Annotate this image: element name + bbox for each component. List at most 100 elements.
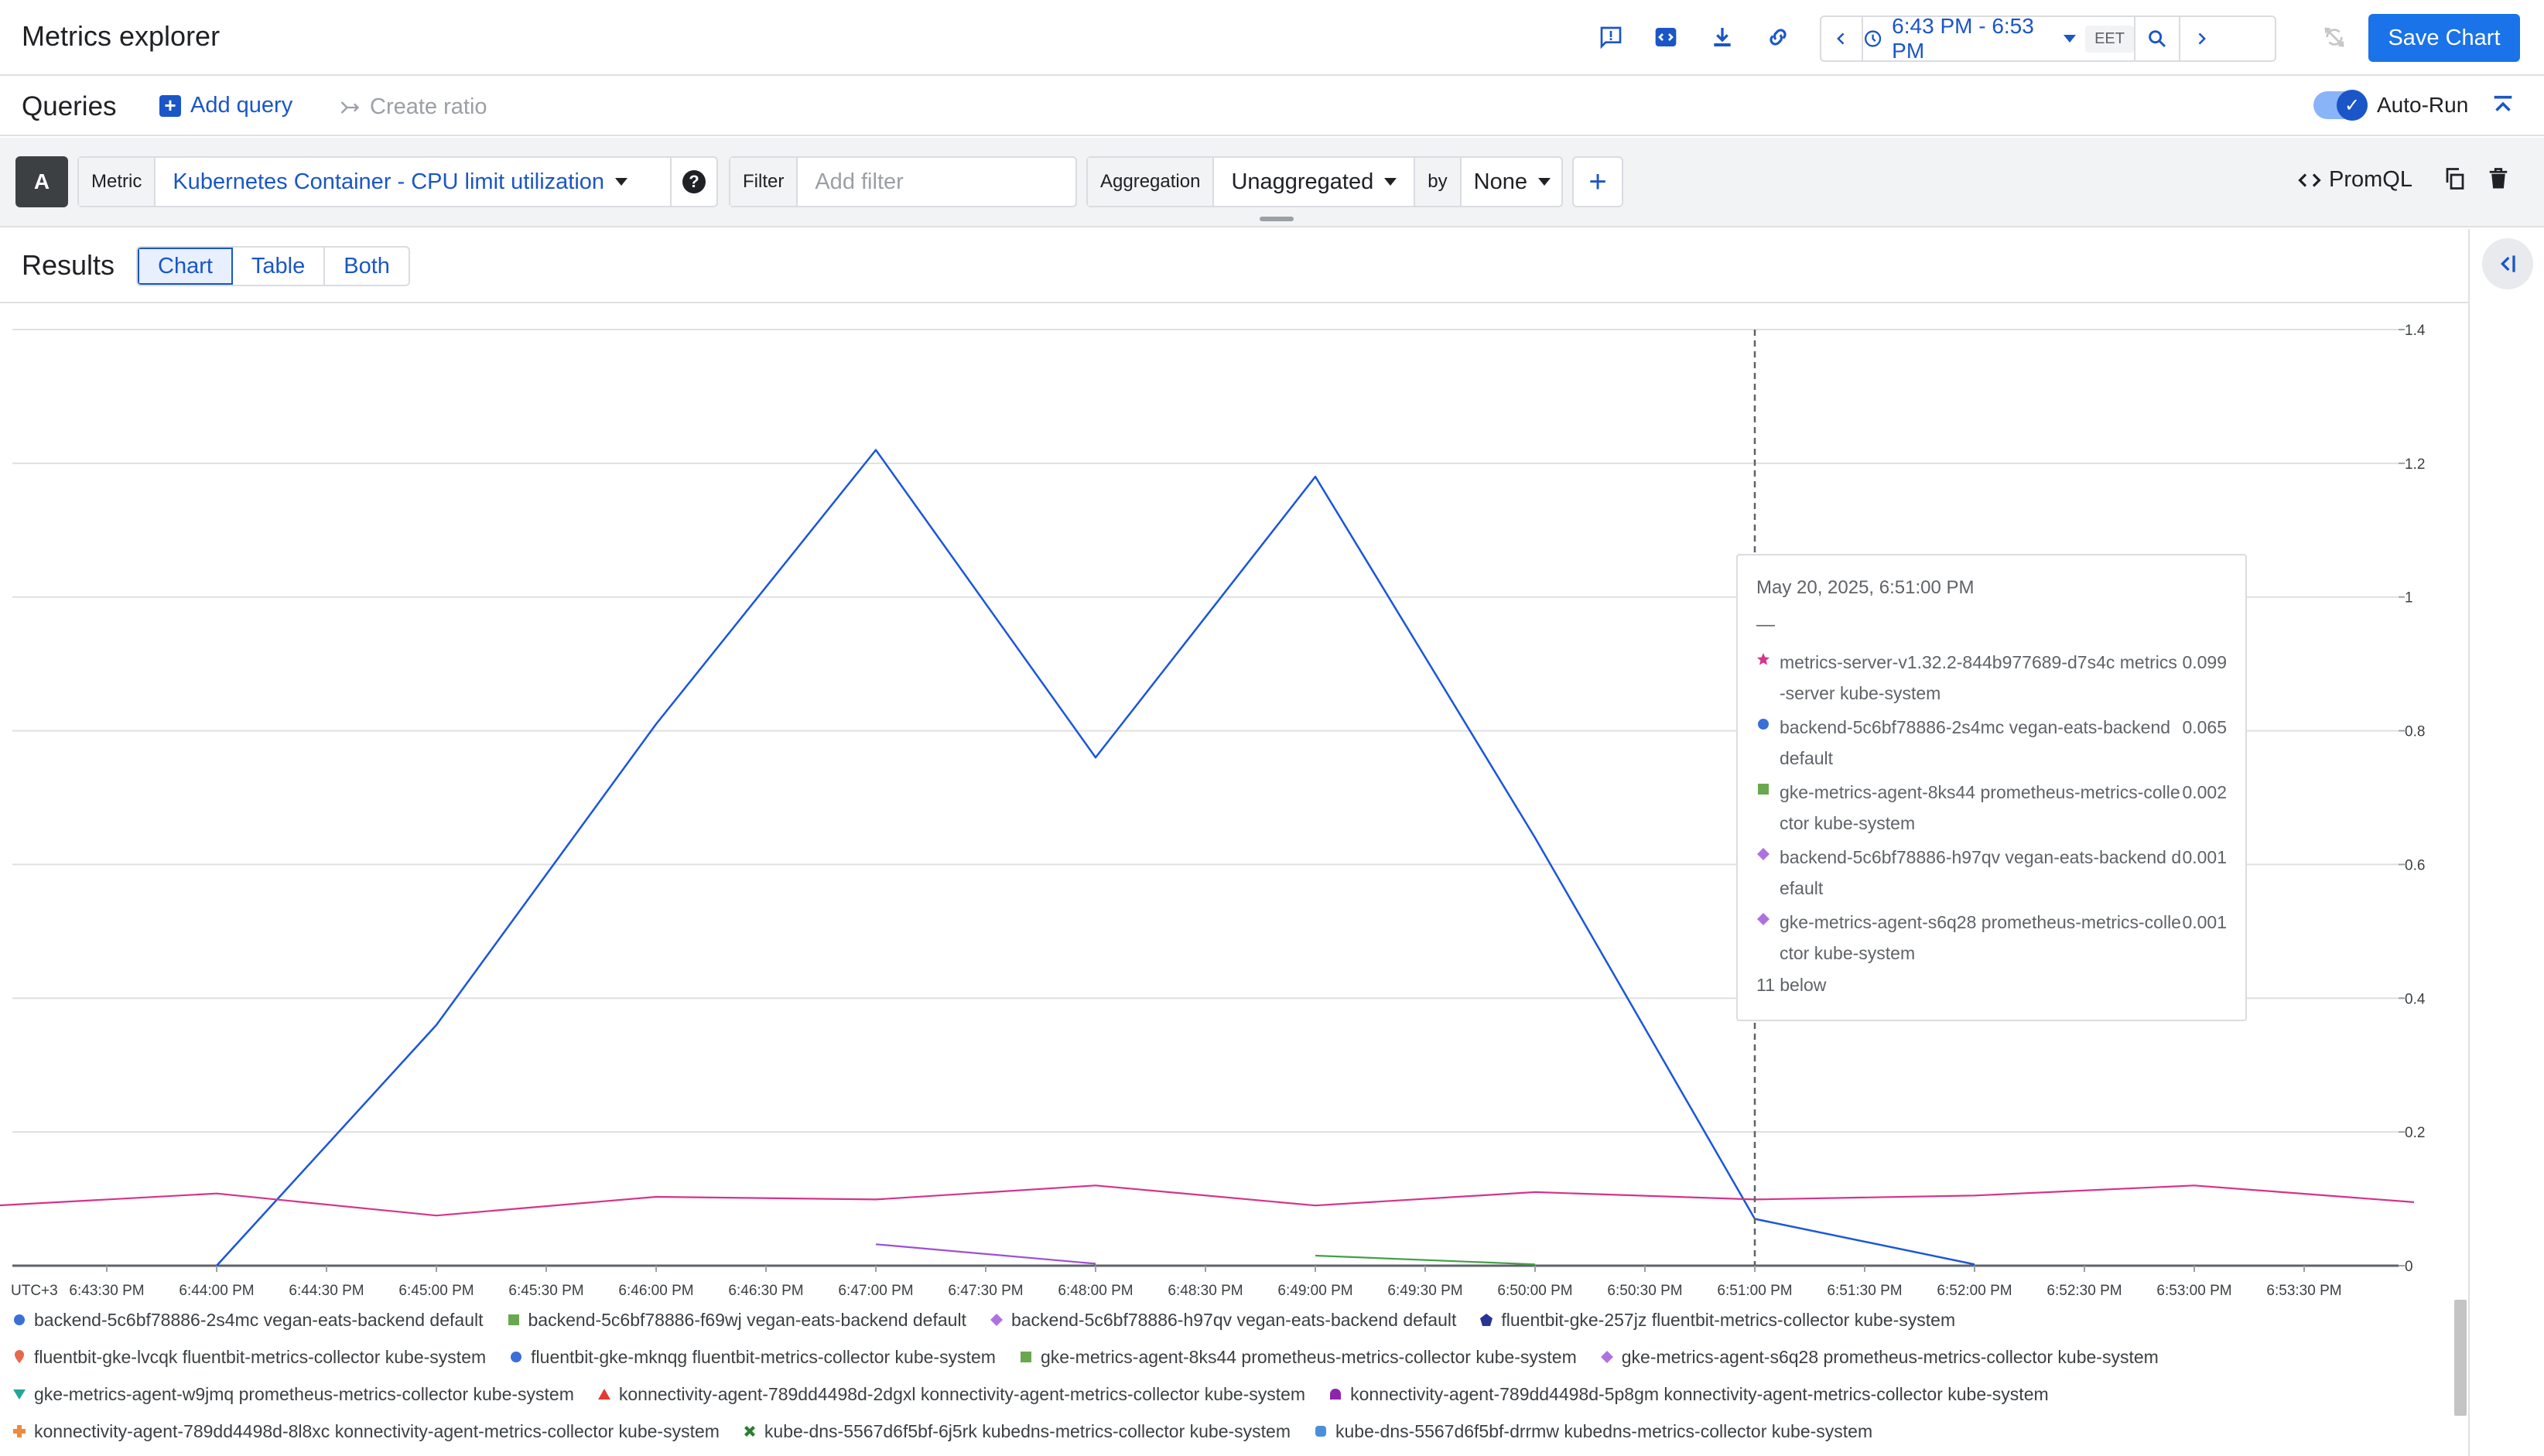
- tooltip-series-value: 0.065: [2182, 717, 2227, 737]
- metric-selector[interactable]: Metric Kubernetes Container - CPU limit …: [77, 156, 718, 207]
- legend-item[interactable]: fluentbit-gke-lvcqk fluentbit-metrics-co…: [12, 1347, 486, 1368]
- scrollbar[interactable]: [2454, 1300, 2467, 1416]
- autorun-label: Auto-Run: [2377, 93, 2469, 117]
- view-both-tab[interactable]: Both: [325, 248, 409, 285]
- series-line[interactable]: [216, 449, 1975, 1266]
- expand-panel-button[interactable]: [2482, 238, 2533, 289]
- circle-marker-icon: [1756, 717, 1770, 731]
- diamond-marker-icon: [990, 1313, 1004, 1327]
- autorun-toggle[interactable]: ✓ Auto-Run: [2313, 90, 2469, 121]
- tooltip-item: backend-5c6bf78886-h97qv vegan-eats-back…: [1756, 842, 2227, 907]
- aggregation-dropdown[interactable]: Unaggregated: [1214, 169, 1414, 195]
- legend-item[interactable]: gke-metrics-agent-w9jmq prometheus-metri…: [12, 1384, 574, 1405]
- legend-item[interactable]: backend-5c6bf78886-h97qv vegan-eats-back…: [990, 1310, 1456, 1331]
- promql-button[interactable]: PromQL: [2298, 167, 2412, 193]
- x-tick-label: 6:43:30 PM: [69, 1283, 144, 1299]
- x-tick-label: 6:49:30 PM: [1387, 1283, 1462, 1299]
- add-clause-button[interactable]: +: [1572, 156, 1623, 207]
- cross-marker-icon: [743, 1424, 757, 1438]
- x-axis-timezone-label: UTC+3: [11, 1283, 58, 1299]
- x-tick-label: 6:44:30 PM: [289, 1283, 364, 1299]
- legend-item[interactable]: fluentbit-gke-mknqg fluentbit-metrics-co…: [509, 1347, 996, 1368]
- circle-marker-icon: [509, 1350, 523, 1364]
- delete-icon[interactable]: [2487, 166, 2510, 196]
- y-tick-label: 1.4: [2405, 323, 2426, 339]
- dropdown-caret-icon: [1384, 178, 1397, 186]
- x-tick-label: 6:48:30 PM: [1168, 1283, 1243, 1299]
- sync-off-icon[interactable]: [2319, 22, 2350, 53]
- results-header: Results Chart Table Both: [0, 229, 2468, 303]
- legend-item[interactable]: backend-5c6bf78886-f69wj vegan-eats-back…: [507, 1310, 966, 1331]
- save-chart-button[interactable]: Save Chart: [2368, 14, 2520, 62]
- timezone-chip: EET: [2085, 25, 2134, 53]
- series-line[interactable]: [1315, 1254, 1536, 1266]
- time-next-button[interactable]: [2180, 17, 2222, 60]
- triangle-marker-icon: [597, 1387, 611, 1401]
- feedback-icon[interactable]: [1595, 22, 1626, 53]
- x-tick-label: 6:52:30 PM: [2046, 1283, 2122, 1299]
- query-editor-a: A Metric Kubernetes Container - CPU limi…: [0, 138, 2544, 227]
- group-by-dropdown[interactable]: None: [1462, 169, 1563, 195]
- add-query-button[interactable]: + Add query: [159, 93, 292, 118]
- legend-row: backend-5c6bf78886-2s4mc vegan-eats-back…: [12, 1301, 2450, 1338]
- y-tick-label: 1: [2405, 590, 2413, 607]
- create-ratio-button[interactable]: Create ratio: [339, 94, 487, 120]
- legend-item[interactable]: konnectivity-agent-789dd4498d-5p8gm konn…: [1328, 1384, 2049, 1405]
- metric-value: Kubernetes Container - CPU limit utiliza…: [173, 169, 605, 194]
- time-range-button[interactable]: 6:43 PM - 6:53 PM EET: [1863, 14, 2135, 63]
- zoom-button[interactable]: [2135, 17, 2180, 60]
- diamond-marker-icon: [1756, 847, 1770, 861]
- legend-item[interactable]: konnectivity-agent-789dd4498d-2dgxl konn…: [597, 1384, 1305, 1405]
- tooltip-item: gke-metrics-agent-8ks44 prometheus-metri…: [1756, 777, 2227, 842]
- square-marker-icon: [1019, 1350, 1033, 1364]
- tooltip-separator: —: [1756, 614, 1775, 635]
- legend-item[interactable]: backend-5c6bf78886-2s4mc vegan-eats-back…: [12, 1310, 484, 1331]
- x-tick-label: 6:49:00 PM: [1277, 1283, 1352, 1299]
- plus-icon: +: [1588, 164, 1607, 199]
- toggle-switch[interactable]: ✓: [2313, 90, 2368, 121]
- legend-item[interactable]: kube-dns-5567d6f5bf-6j5rk kubedns-metric…: [743, 1421, 1291, 1442]
- resize-handle[interactable]: [1260, 217, 1294, 221]
- download-icon[interactable]: [1707, 22, 1738, 53]
- merge-arrow-icon: [340, 101, 360, 114]
- legend-label: backend-5c6bf78886-2s4mc vegan-eats-back…: [34, 1309, 484, 1330]
- top-bar: Metrics explorer 6:43 PM - 6:53 PM EET S…: [0, 0, 2544, 76]
- legend-item[interactable]: fluentbit-gke-257jz fluentbit-metrics-co…: [1479, 1310, 1955, 1331]
- x-tick-label: 6:51:30 PM: [1827, 1283, 1902, 1299]
- series-line[interactable]: [0, 1184, 2415, 1217]
- collapse-up-icon[interactable]: [2490, 93, 2516, 123]
- legend-label: gke-metrics-agent-s6q28 prometheus-metri…: [1621, 1346, 2159, 1367]
- legend-item[interactable]: kube-dns-5567d6f5bf-drrmw kubedns-metric…: [1314, 1421, 1872, 1442]
- series-line[interactable]: [875, 1243, 1096, 1265]
- filter-input[interactable]: Add filter: [798, 169, 920, 195]
- legend-label: fluentbit-gke-mknqg fluentbit-metrics-co…: [531, 1346, 996, 1367]
- time-prev-button[interactable]: [1821, 17, 1863, 60]
- tooltip-series-name: gke-metrics-agent-s6q28 prometheus-metri…: [1780, 912, 2181, 963]
- filter-field[interactable]: Filter Add filter: [729, 156, 1077, 207]
- x-tick-label: 6:50:30 PM: [1607, 1283, 1682, 1299]
- link-icon[interactable]: [1763, 22, 1793, 53]
- metric-help-button[interactable]: ?: [670, 158, 716, 206]
- view-chart-tab[interactable]: Chart: [138, 248, 233, 285]
- chart-legend: backend-5c6bf78886-2s4mc vegan-eats-back…: [12, 1301, 2450, 1450]
- legend-item[interactable]: konnectivity-agent-789dd4498d-8l8xc konn…: [12, 1421, 720, 1442]
- legend-item[interactable]: gke-metrics-agent-8ks44 prometheus-metri…: [1019, 1347, 1577, 1368]
- queries-title: Queries: [22, 91, 117, 121]
- copy-icon[interactable]: [2443, 166, 2467, 196]
- tooltip-item: backend-5c6bf78886-2s4mc vegan-eats-back…: [1756, 712, 2227, 777]
- legend-row: gke-metrics-agent-w9jmq prometheus-metri…: [12, 1376, 2450, 1413]
- view-table-tab[interactable]: Table: [233, 248, 326, 285]
- time-range-label: 6:43 PM - 6:53 PM: [1892, 14, 2034, 63]
- code-embed-icon[interactable]: [1650, 22, 1681, 53]
- legend-row: konnectivity-agent-789dd4498d-8l8xc konn…: [12, 1413, 2450, 1450]
- diamond-marker-icon: [1756, 912, 1770, 926]
- aggregation-selector[interactable]: Aggregation Unaggregated by None: [1086, 156, 1563, 207]
- query-letter-badge[interactable]: A: [15, 156, 68, 207]
- promql-label: PromQL: [2329, 167, 2412, 192]
- legend-item[interactable]: gke-metrics-agent-s6q28 prometheus-metri…: [1600, 1347, 2159, 1368]
- x-tick-label: 6:47:30 PM: [948, 1283, 1023, 1299]
- y-tick-label: 1.2: [2405, 456, 2425, 473]
- add-query-label: Add query: [190, 93, 293, 118]
- y-tick-label: 0.8: [2405, 724, 2425, 740]
- pentagon-marker-icon: [1479, 1313, 1493, 1327]
